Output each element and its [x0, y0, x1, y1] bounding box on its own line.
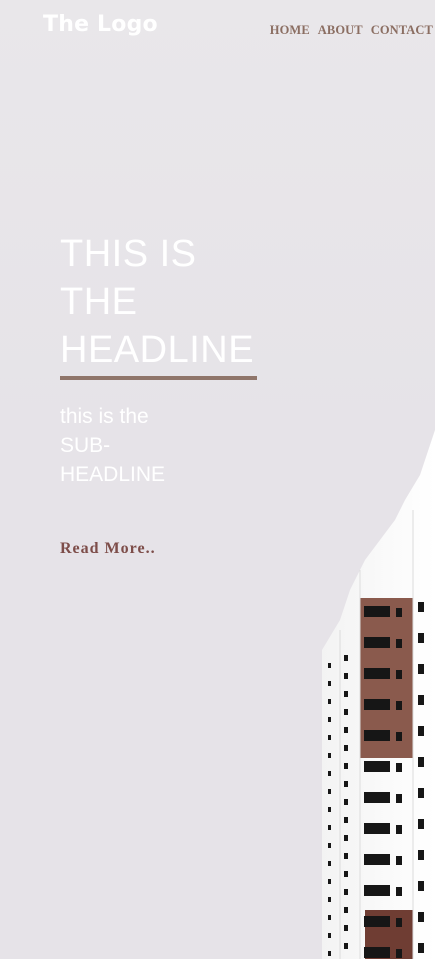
subheadline-line-1: this is the — [60, 405, 149, 428]
site-header: The Logo HOME ABOUT CONTACT — [0, 0, 435, 52]
subheadline-line-2: SUB- — [60, 434, 111, 457]
headline-line-1: THIS IS — [60, 233, 197, 275]
nav-home-link[interactable]: HOME — [270, 23, 310, 38]
headline-line-2: THE — [60, 281, 138, 323]
nav-contact-link[interactable]: CONTACT — [371, 23, 433, 38]
subheadline: this is the SUB- HEADLINE — [60, 402, 210, 489]
nav-about-link[interactable]: ABOUT — [318, 23, 363, 38]
main-nav: HOME ABOUT CONTACT — [270, 23, 433, 38]
headline-line-3: HEADLINE — [60, 329, 255, 371]
hero-content: THIS IS THE HEADLINE this is the SUB- HE… — [60, 230, 300, 558]
read-more-link[interactable]: Read More.. — [60, 540, 156, 558]
headline-divider — [60, 376, 257, 380]
logo[interactable]: The Logo — [43, 12, 158, 37]
subheadline-line-3: HEADLINE — [60, 463, 166, 486]
headline: THIS IS THE HEADLINE — [60, 230, 300, 374]
